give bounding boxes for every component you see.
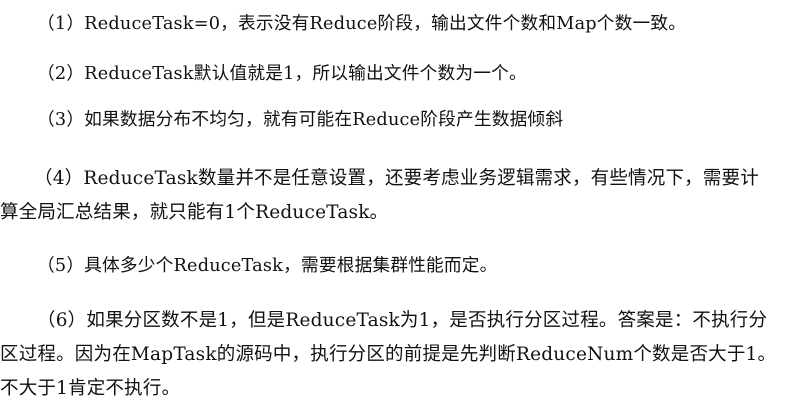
paragraph-6-line-3: 不大于1肯定不执行。 [0, 378, 181, 399]
paragraph-3: （3）如果数据分布不均匀，就有可能在Reduce阶段产生数据倾斜 [0, 103, 799, 137]
paragraph-1-line-1: （1）ReduceTask=0，表示没有Reduce阶段，输出文件个数和Map个… [37, 14, 687, 34]
paragraph-5-line-1: （5）具体多少个ReduceTask，需要根据集群性能而定。 [37, 256, 498, 276]
document-body: （1）ReduceTask=0，表示没有Reduce阶段，输出文件个数和Map个… [0, 0, 799, 413]
paragraph-6-line-2: 区过程。因为在MapTask的源码中，执行分区的前提是先判断ReduceNum个… [0, 344, 777, 365]
paragraph-6: （6）如果分区数不是1，但是ReduceTask为1，是否执行分区过程。答案是：… [0, 304, 795, 406]
paragraph-3-line-1: （3）如果数据分布不均匀，就有可能在Reduce阶段产生数据倾斜 [37, 110, 564, 130]
paragraph-1: （1）ReduceTask=0，表示没有Reduce阶段，输出文件个数和Map个… [0, 7, 799, 41]
paragraph-2-line-1: （2）ReduceTask默认值就是1，所以输出文件个数为一个。 [37, 64, 527, 84]
paragraph-2: （2）ReduceTask默认值就是1，所以输出文件个数为一个。 [0, 57, 799, 91]
paragraph-6-line-1: （6）如果分区数不是1，但是ReduceTask为1，是否执行分区过程。答案是：… [37, 310, 768, 331]
paragraph-4: （4）ReduceTask数量并不是任意设置，还要考虑业务逻辑需求，有些情况下，… [0, 162, 795, 230]
paragraph-4-line-2: 算全局汇总结果，就只能有1个ReduceTask。 [0, 202, 389, 223]
paragraph-4-line-1: （4）ReduceTask数量并不是任意设置，还要考虑业务逻辑需求，有些情况下，… [34, 168, 759, 189]
paragraph-5: （5）具体多少个ReduceTask，需要根据集群性能而定。 [0, 249, 799, 283]
